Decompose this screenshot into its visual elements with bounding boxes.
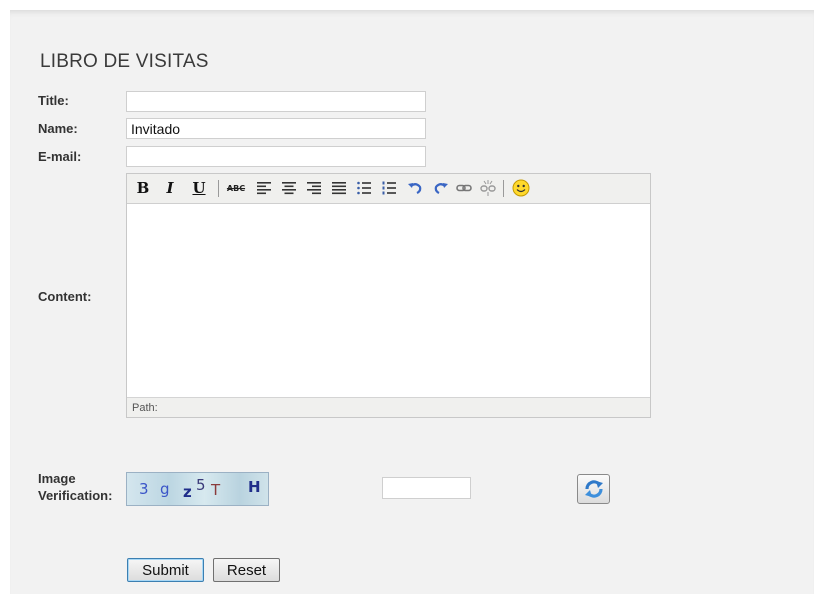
captcha-char: z <box>183 483 192 501</box>
title-label: Title: <box>38 93 69 108</box>
title-input[interactable] <box>126 91 426 112</box>
captcha-input[interactable] <box>382 477 471 499</box>
refresh-captcha-button[interactable] <box>577 474 610 504</box>
italic-icon[interactable]: I <box>160 178 180 198</box>
captcha-label-line2: Verification: <box>38 488 113 503</box>
link-icon[interactable] <box>454 178 474 198</box>
undo-icon[interactable] <box>405 178 425 198</box>
bold-icon[interactable]: B <box>133 178 153 198</box>
content-edit-area[interactable] <box>127 204 650 397</box>
email-label: E-mail: <box>38 149 82 164</box>
captcha-char: 5 <box>196 476 206 494</box>
email-input[interactable] <box>126 146 426 167</box>
unlink-icon[interactable] <box>478 178 498 198</box>
page-title: LIBRO DE VISITAS <box>40 51 209 72</box>
captcha-char: T <box>211 481 221 499</box>
name-input[interactable] <box>126 118 426 139</box>
align-right-icon[interactable] <box>304 178 324 198</box>
captcha-label-line1: Image <box>38 471 76 486</box>
captcha-label: Image Verification: <box>38 470 112 504</box>
toolbar-separator <box>503 180 504 197</box>
align-center-icon[interactable] <box>279 178 299 198</box>
redo-icon[interactable] <box>431 178 451 198</box>
name-label: Name: <box>38 121 78 136</box>
bullet-list-icon[interactable] <box>354 178 374 198</box>
underline-icon[interactable]: U <box>189 178 209 198</box>
toolbar-separator <box>218 180 219 197</box>
captcha-char: 3 <box>139 480 149 498</box>
editor-toolbar: B I U ABC <box>127 174 650 204</box>
editor-status-path: Path: <box>127 397 650 417</box>
emoticon-icon[interactable] <box>511 178 531 198</box>
refresh-icon <box>584 480 603 498</box>
submit-button[interactable]: Submit <box>127 558 204 582</box>
align-left-icon[interactable] <box>254 178 274 198</box>
numbered-list-icon[interactable] <box>379 178 399 198</box>
captcha-char: g <box>160 480 170 498</box>
content-label: Content: <box>38 289 92 304</box>
strikethrough-icon[interactable]: ABC <box>226 178 246 198</box>
captcha-char: H <box>248 478 261 496</box>
rich-text-editor: B I U ABC Path: <box>126 173 651 418</box>
align-justify-icon[interactable] <box>329 178 349 198</box>
reset-button[interactable]: Reset <box>213 558 280 582</box>
captcha-image: 3 g z 5 T H <box>126 472 269 506</box>
